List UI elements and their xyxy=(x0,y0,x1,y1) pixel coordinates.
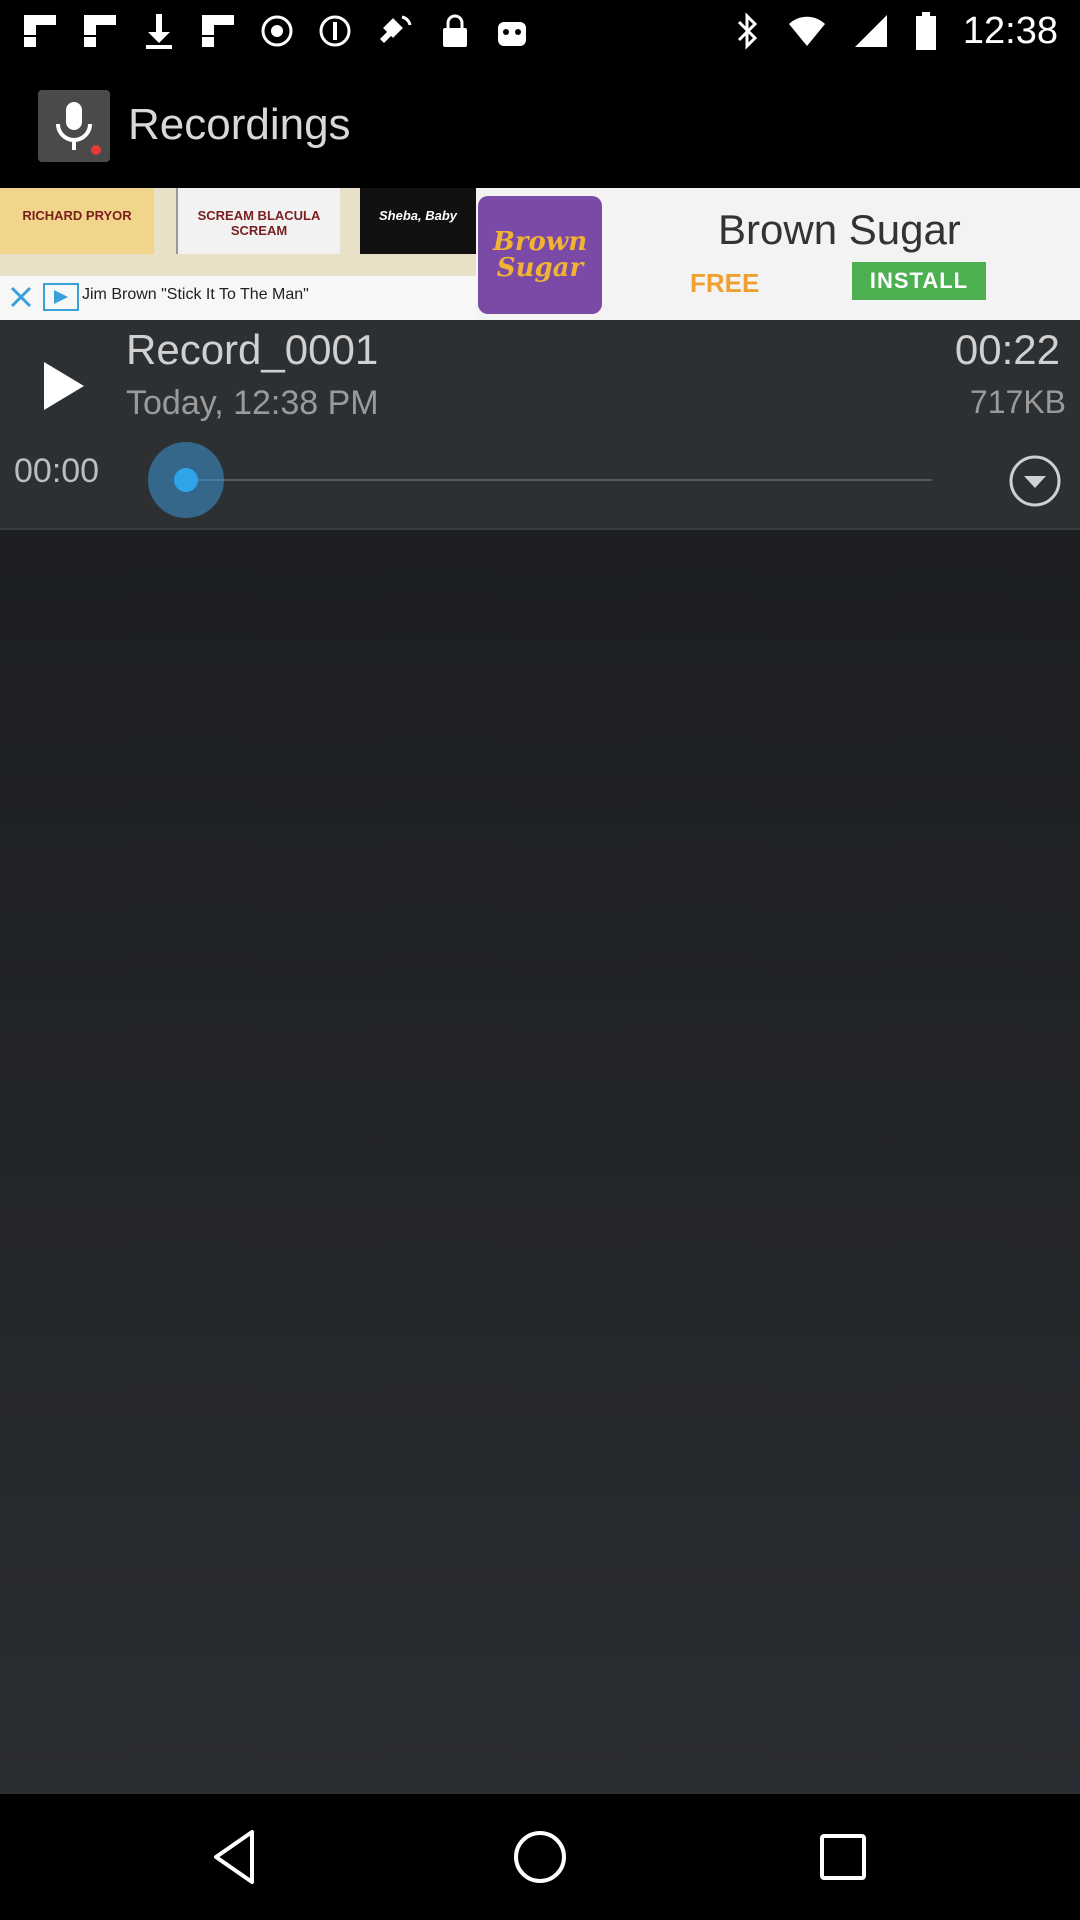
microphone-icon xyxy=(38,90,110,162)
download-icon xyxy=(146,14,172,49)
install-button[interactable]: INSTALL xyxy=(852,262,986,300)
app-bar: Recordings xyxy=(0,62,1080,188)
close-icon[interactable] xyxy=(4,280,38,314)
recording-duration: 00:22 xyxy=(954,326,1060,373)
flipboard-icon xyxy=(24,15,56,47)
current-time: 00:00 xyxy=(14,452,100,490)
navigation-bar xyxy=(0,1794,1080,1920)
ad-choices-icon[interactable] xyxy=(42,280,80,314)
recording-name: Record_0001 xyxy=(126,326,379,373)
chevron-down-icon[interactable] xyxy=(1006,452,1064,510)
ad-poster: RICHARD PRYOR xyxy=(0,188,154,254)
seek-thumb[interactable] xyxy=(174,468,198,492)
back-icon[interactable] xyxy=(202,1822,272,1892)
status-time: 12:38 xyxy=(962,9,1058,52)
flipboard-icon xyxy=(84,15,116,47)
recents-icon[interactable] xyxy=(808,1822,878,1892)
fake-gps-icon xyxy=(380,15,412,43)
ad-logo[interactable]: Brown Sugar xyxy=(478,196,602,314)
home-icon[interactable] xyxy=(505,1822,575,1892)
lock-icon xyxy=(443,14,467,47)
ad-free-label: FREE xyxy=(690,268,760,298)
battery-icon xyxy=(915,12,936,50)
ad-poster: SCREAM BLACULA SCREAM xyxy=(176,188,340,254)
notification-icons xyxy=(22,10,530,52)
ad-caption: Jim Brown "Stick It To The Man" xyxy=(82,286,309,303)
status-bar: 12:38 xyxy=(0,0,1080,62)
play-icon[interactable] xyxy=(34,356,90,416)
signal-icon xyxy=(854,15,887,47)
recording-date: Today, 12:38 PM xyxy=(126,384,379,422)
page-title: Recordings xyxy=(128,100,351,149)
recordings-list-empty-area xyxy=(0,530,1080,1794)
ad-banner[interactable]: RICHARD PRYOR SCREAM BLACULA SCREAM Sheb… xyxy=(0,188,1080,320)
system-icons: 12:38 xyxy=(735,10,1058,52)
ad-title: Brown Sugar xyxy=(718,206,961,253)
record-icon xyxy=(261,15,293,47)
flipboard-icon xyxy=(202,15,234,47)
ad-poster: Sheba, Baby xyxy=(360,188,476,254)
seek-bar[interactable] xyxy=(186,479,932,481)
recording-item[interactable]: Record_0001 Today, 12:38 PM 00:22 717KB … xyxy=(0,320,1080,530)
bluetooth-icon xyxy=(737,12,758,50)
wifi-icon xyxy=(788,16,825,46)
android-icon xyxy=(498,22,526,46)
info-icon xyxy=(319,15,351,47)
recording-size: 717KB xyxy=(969,384,1066,420)
